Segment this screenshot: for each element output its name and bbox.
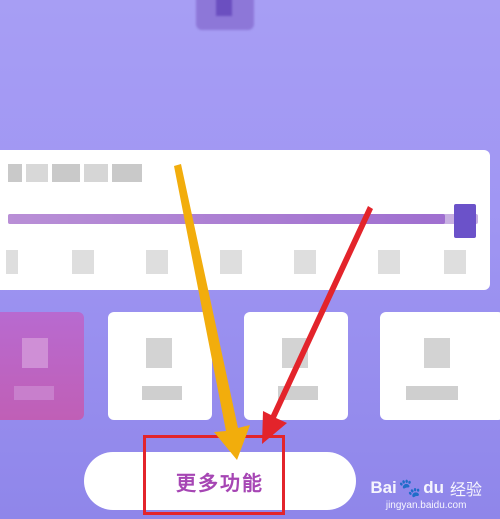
progress-bar — [8, 204, 478, 238]
baidu-jingyan-watermark: Bai 🐾 du 经验 jingyan.baidu.com — [370, 477, 482, 512]
function-label-pixelated — [406, 386, 458, 400]
annotation-highlight-box — [143, 435, 285, 515]
function-label-pixelated — [278, 386, 318, 400]
paw-icon: 🐾 — [398, 477, 422, 498]
function-shortcuts-row — [0, 312, 500, 422]
scale-ticks-pixelated — [0, 250, 490, 274]
function-icon — [146, 338, 172, 368]
profile-avatar-pixelated — [196, 0, 254, 30]
function-label-pixelated — [14, 386, 54, 400]
function-icon — [424, 338, 450, 368]
function-tile-2[interactable] — [108, 312, 212, 420]
card-title-pixelated — [8, 164, 142, 182]
progress-marker — [454, 204, 476, 238]
function-tile-4[interactable] — [380, 312, 500, 420]
function-label-pixelated — [142, 386, 182, 400]
function-tile-1[interactable] — [0, 312, 84, 420]
function-icon — [22, 338, 48, 368]
function-tile-3[interactable] — [244, 312, 348, 420]
progress-bar-fill — [8, 214, 446, 224]
function-icon — [282, 338, 308, 368]
usage-info-card — [0, 150, 490, 290]
